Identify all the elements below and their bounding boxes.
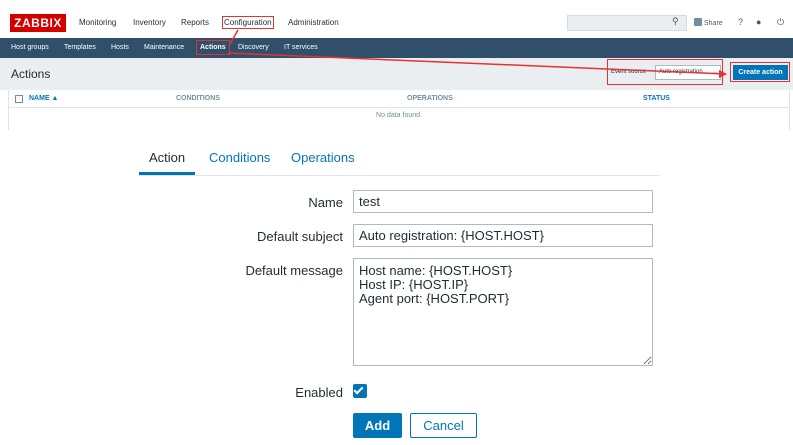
subject-input[interactable] [353,224,653,247]
form-tabs: Action Conditions Operations [139,140,660,176]
tab-action[interactable]: Action [149,150,185,165]
sub-nav: Host groups Templates Hosts Maintenance … [0,38,793,58]
add-button[interactable]: Add [353,413,402,438]
subnav-maintenance[interactable]: Maintenance [144,44,184,51]
create-action-button[interactable]: Create action [733,65,788,80]
tab-conditions[interactable]: Conditions [209,150,270,165]
event-source-select[interactable]: Auto registration ⌄ [655,65,721,80]
empty-message: No data found. [376,112,422,119]
enabled-label: Enabled [295,385,343,400]
search-icon[interactable]: ⚲ [672,16,679,27]
message-label: Default message [245,263,343,278]
subnav-it-services[interactable]: IT services [284,44,318,51]
top-bar: ZABBIX Monitoring Inventory Reports Conf… [0,0,793,38]
nav-inventory[interactable]: Inventory [133,18,166,27]
col-operations: OPERATIONS [407,95,453,102]
zabbix-screenshot: ZABBIX Monitoring Inventory Reports Conf… [0,0,793,130]
active-tab-indicator [139,172,195,175]
actions-table: NAME ▲ CONDITIONS OPERATIONS STATUS No d… [8,90,790,130]
nav-reports[interactable]: Reports [181,18,209,27]
share-icon [694,18,702,26]
name-label: Name [308,195,343,210]
event-source-value: Auto registration [659,69,703,75]
select-all-checkbox[interactable] [15,95,23,103]
subject-label: Default subject [257,229,343,244]
col-name[interactable]: NAME ▲ [29,95,58,102]
checkmark-icon [353,384,364,395]
zabbix-logo: ZABBIX [10,14,66,32]
chevron-down-icon: ⌄ [712,69,718,76]
event-source-label: Event source [611,69,647,75]
nav-configuration[interactable]: Configuration [222,16,274,29]
help-icon[interactable]: ? [738,17,743,27]
table-header: NAME ▲ CONDITIONS OPERATIONS STATUS [9,90,789,108]
subnav-discovery[interactable]: Discovery [238,44,269,51]
subnav-host-groups[interactable]: Host groups [11,44,49,51]
subnav-templates[interactable]: Templates [64,44,96,51]
user-icon[interactable]: ● [756,17,761,27]
page-title: Actions [11,67,51,81]
power-icon[interactable]: ⏻ [777,17,784,28]
enabled-checkbox[interactable] [353,384,367,398]
nav-monitoring[interactable]: Monitoring [79,18,116,27]
name-input[interactable] [353,190,653,213]
col-conditions: CONDITIONS [176,95,220,102]
message-textarea[interactable]: Host name: {HOST.HOST} Host IP: {HOST.IP… [353,258,653,366]
tab-operations[interactable]: Operations [291,150,355,165]
cancel-button[interactable]: Cancel [410,413,477,438]
nav-administration[interactable]: Administration [288,18,339,27]
share-link[interactable]: Share [694,18,723,27]
search-input[interactable] [567,15,687,31]
subnav-hosts[interactable]: Hosts [111,44,129,51]
share-label: Share [704,20,723,27]
col-status: STATUS [643,95,670,102]
subnav-actions[interactable]: Actions [196,40,230,55]
